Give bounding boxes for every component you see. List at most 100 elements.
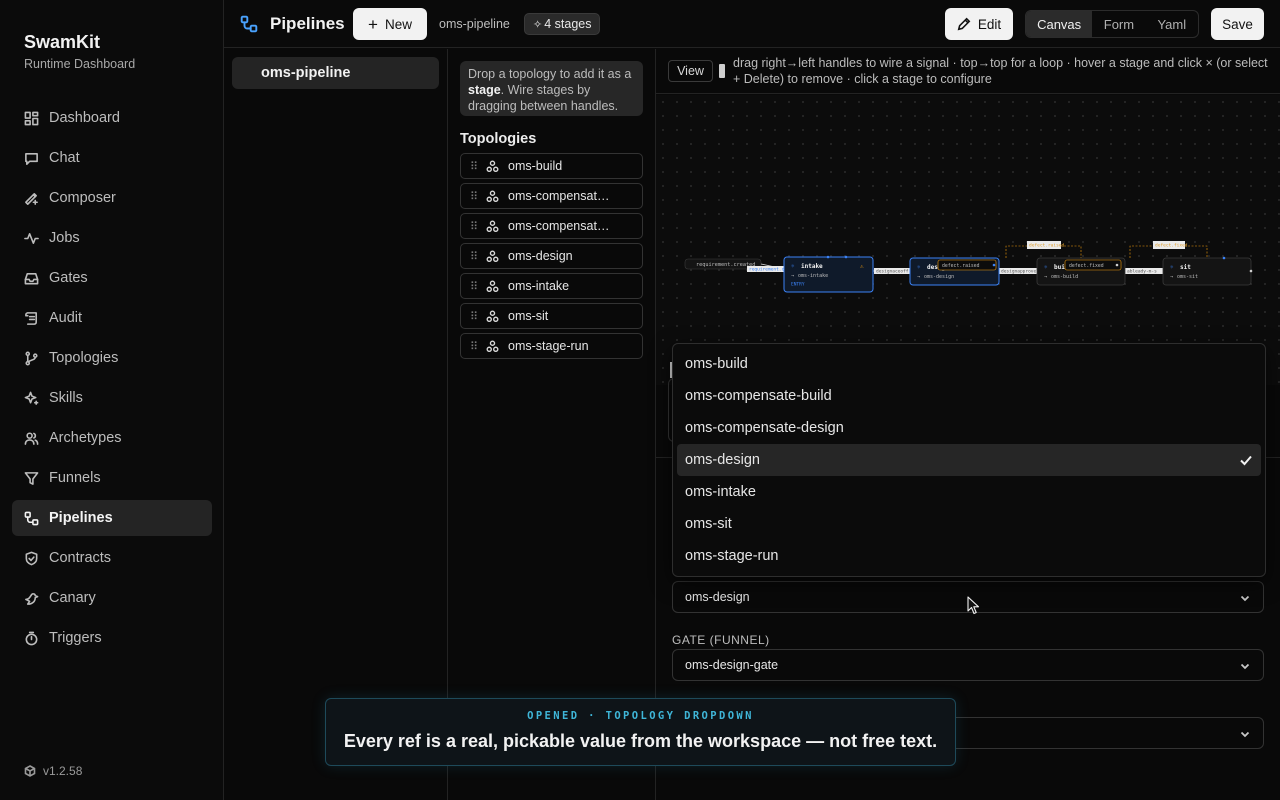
- topology-item-oms-sit[interactable]: ⠿ oms-sit: [460, 303, 643, 329]
- users-icon: [24, 431, 39, 445]
- top-handle[interactable]: [826, 255, 830, 259]
- dropdown-option[interactable]: oms-compensate-build: [677, 380, 1261, 412]
- sidebar-item-triggers[interactable]: Triggers: [12, 620, 212, 656]
- palette-hint: Drop a topology to add it as a stage. Wi…: [460, 61, 643, 116]
- topology-icon: [486, 310, 499, 322]
- mouse-cursor-icon: [967, 596, 980, 615]
- inbox-icon: [24, 272, 39, 284]
- stage-node-design[interactable]: ⚛ design defect.raised → oms-design: [909, 257, 1000, 286]
- port-handle[interactable]: [992, 263, 996, 267]
- sidebar-item-label: Archetypes: [49, 430, 122, 446]
- topology-item-oms-compensate-build[interactable]: ⠿ oms-compensate-build: [460, 183, 643, 209]
- caption-kicker: OPENED · TOPOLOGY DROPDOWN: [527, 710, 754, 722]
- sparkles-icon: [24, 391, 39, 405]
- chat-icon: [25, 152, 38, 165]
- dropdown-option[interactable]: oms-compensate-design: [677, 412, 1261, 444]
- sidebar-item-skills[interactable]: Skills: [12, 380, 212, 416]
- dropdown-option[interactable]: oms-intake: [677, 476, 1261, 508]
- top-handle[interactable]: [1222, 256, 1226, 260]
- tab-form[interactable]: Form: [1092, 11, 1145, 37]
- port-handle[interactable]: [1115, 263, 1119, 267]
- pipeline-list: oms-pipeline: [224, 49, 448, 800]
- sidebar-item-canary[interactable]: Canary: [12, 580, 212, 616]
- stage-node-intake[interactable]: ⚛ intake ⚠ → oms-intake ENTRY: [783, 255, 874, 293]
- pipeline-item[interactable]: oms-pipeline: [232, 57, 439, 89]
- hint-bold: stage: [468, 83, 501, 97]
- chevron-down-icon: [1240, 663, 1250, 670]
- edge-label: designapprove: [1001, 269, 1037, 275]
- edit-button-label: Edit: [977, 16, 1002, 32]
- topology-item-oms-design[interactable]: ⠿ oms-design: [460, 243, 643, 269]
- chevron-down-icon: [1240, 595, 1250, 602]
- drag-handle-icon: ⠿: [470, 190, 479, 203]
- topology-item-label: oms-sit: [508, 309, 549, 323]
- workflow-icon: [24, 511, 39, 525]
- sidebar-item-gates[interactable]: Gates: [12, 260, 212, 296]
- view-button[interactable]: View: [668, 60, 713, 82]
- activity-icon: [24, 232, 39, 244]
- pipeline-canvas[interactable]: requirement.created requirement.cre desi…: [656, 95, 1280, 385]
- tab-canvas[interactable]: Canvas: [1026, 11, 1093, 37]
- version-label: v1.2.58: [43, 764, 83, 778]
- sidebar-item-contracts[interactable]: Contracts: [12, 540, 212, 576]
- sidebar: SwamKit Runtime Dashboard Dashboard Chat…: [0, 0, 224, 800]
- drag-handle-icon: ⠿: [470, 340, 479, 353]
- topology-select-value: oms-design: [685, 590, 750, 604]
- sidebar-item-label: Funnels: [49, 470, 101, 486]
- app-version: v1.2.58: [24, 764, 82, 778]
- stage-arrow: →: [917, 274, 920, 280]
- sidebar-item-composer[interactable]: Composer: [12, 180, 212, 216]
- topology-list: ⠿ oms-build ⠿ oms-compensate-build ⠿ oms-co…: [460, 153, 643, 363]
- sidebar-item-label: Canary: [49, 590, 96, 606]
- scroll-icon: [25, 311, 37, 325]
- sidebar-item-jobs[interactable]: Jobs: [12, 220, 212, 256]
- dropdown-option[interactable]: oms-build: [677, 348, 1261, 380]
- pipeline-graph: requirement.created requirement.cre desi…: [684, 241, 1253, 293]
- sidebar-item-topologies[interactable]: Topologies: [12, 340, 212, 376]
- bird-icon: [25, 592, 39, 605]
- topology-item-label: oms-intake: [508, 279, 570, 293]
- topology-item-oms-build[interactable]: ⠿ oms-build: [460, 153, 643, 179]
- plus-icon: +: [368, 14, 378, 34]
- check-icon: [1240, 455, 1252, 466]
- stages-count: 4 stages: [544, 17, 592, 31]
- stage-topology: oms-build: [1051, 274, 1078, 280]
- sidebar-item-funnels[interactable]: Funnels: [12, 460, 212, 496]
- top-handle[interactable]: [844, 255, 848, 259]
- topology-icon: [486, 340, 499, 352]
- sidebar-item-label: Contracts: [49, 550, 112, 566]
- drag-handle-icon: ⠿: [470, 250, 479, 263]
- sidebar-item-label: Topologies: [49, 350, 119, 366]
- sidebar-item-label: Pipelines: [49, 510, 113, 526]
- funnel-icon: [24, 471, 39, 485]
- caption-text: Every ref is a real, pickable value from…: [343, 731, 938, 751]
- sidebar-item-chat[interactable]: Chat: [12, 140, 212, 176]
- topology-item-oms-compensate-design[interactable]: ⠿ oms-compensate-design: [460, 213, 643, 239]
- sidebar-nav: Dashboard Chat Composer Jobs Gates Audit: [12, 100, 212, 660]
- sidebar-item-archetypes[interactable]: Archetypes: [12, 420, 212, 456]
- new-pipeline-button[interactable]: + New: [353, 8, 427, 40]
- dropdown-option[interactable]: oms-sit: [677, 508, 1261, 540]
- topology-item-oms-intake[interactable]: ⠿ oms-intake: [460, 273, 643, 299]
- tab-yaml[interactable]: Yaml: [1146, 11, 1198, 37]
- edit-button[interactable]: Edit: [945, 8, 1013, 40]
- current-pipeline-name: oms-pipeline: [439, 17, 510, 31]
- loop-label: defect.raised: [1029, 243, 1065, 249]
- gate-select[interactable]: oms-design-gate: [672, 649, 1264, 681]
- sidebar-item-dashboard[interactable]: Dashboard: [12, 100, 212, 136]
- stage-node-sit[interactable]: ⚛ sit → oms-sit: [1162, 256, 1253, 286]
- sidebar-item-label: Jobs: [49, 230, 80, 246]
- save-button[interactable]: Save: [1211, 8, 1264, 40]
- new-button-label: New: [384, 16, 412, 32]
- sidebar-item-audit[interactable]: Audit: [12, 300, 212, 336]
- dropdown-option-selected[interactable]: oms-design: [677, 444, 1261, 476]
- trigger-label: requirement.created: [696, 262, 755, 268]
- dropdown-option[interactable]: oms-stage-run: [677, 540, 1261, 572]
- topology-item-oms-stage-run[interactable]: ⠿ oms-stage-run: [460, 333, 643, 359]
- entry-badge: ENTRY: [791, 282, 805, 288]
- port-handle[interactable]: [1249, 269, 1253, 273]
- sidebar-item-pipelines[interactable]: Pipelines: [12, 500, 212, 536]
- brand-name: SwamKit: [24, 32, 101, 52]
- stage-node-build[interactable]: ⚛ build defect.fixed → oms-build: [1036, 257, 1126, 286]
- stage-topology: oms-intake: [798, 273, 828, 279]
